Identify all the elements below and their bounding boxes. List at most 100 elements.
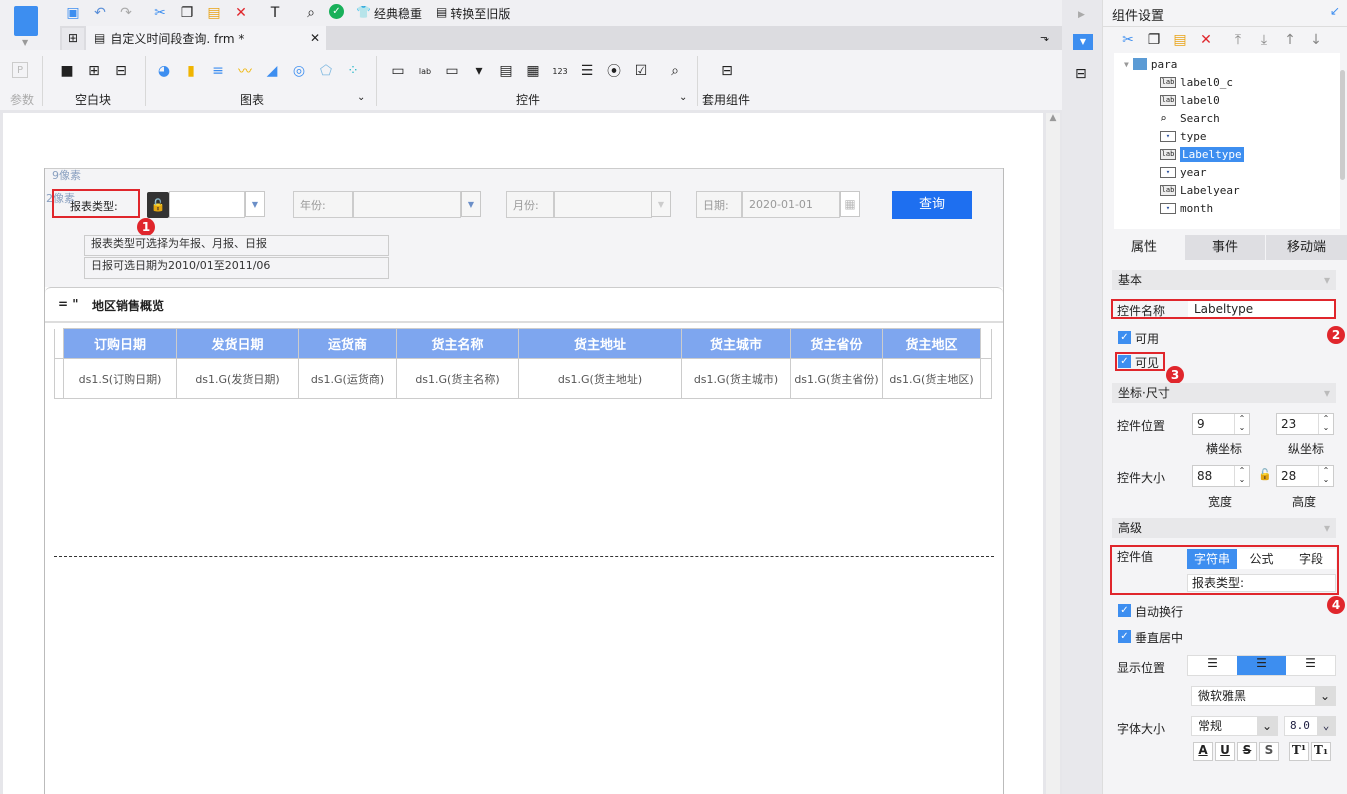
font-size-select[interactable]: 8.0 ⌄ [1284, 716, 1336, 736]
align-center-icon[interactable]: ☰ [1237, 656, 1286, 675]
superscript-icon[interactable]: T¹ [1289, 742, 1309, 761]
scatter-chart-icon[interactable]: ⁘ [344, 62, 362, 80]
font-select[interactable]: 微软雅黑 ⌄ [1191, 686, 1336, 706]
preview-icon[interactable]: ⌕ [302, 4, 320, 22]
button-widget-icon[interactable]: ▭ [443, 62, 461, 80]
aspect-lock-icon[interactable]: 🔓 [1258, 468, 1272, 481]
section-advanced[interactable]: 高级 [1112, 518, 1336, 538]
copy-icon[interactable]: ❐ [1145, 31, 1163, 49]
tree-item[interactable]: ▾ month [1160, 200, 1213, 216]
delete-icon[interactable]: ✕ [232, 4, 250, 22]
header-cell[interactable]: 订购日期 [63, 328, 177, 359]
line-chart-icon[interactable]: 〰 [236, 62, 254, 80]
tree-item[interactable]: ▾ type [1160, 128, 1207, 144]
cut-icon[interactable]: ✂ [151, 4, 169, 22]
app-logo-icon[interactable] [14, 6, 38, 36]
data-cell[interactable]: ds1.G(发货日期) [176, 358, 299, 399]
font-style-select[interactable]: 常规 ⌄ [1191, 716, 1278, 736]
font-color-icon[interactable]: A [1193, 742, 1213, 761]
textarea-widget-icon[interactable]: ☰ [578, 62, 596, 80]
expand-icon[interactable]: ▼ [1124, 60, 1129, 69]
logo-dropdown-icon[interactable]: ▼ [22, 38, 28, 47]
checkbox-widget-icon[interactable]: ☑ [632, 62, 650, 80]
pie-chart-icon[interactable]: ◕ [155, 62, 173, 80]
move-bottom-icon[interactable]: ⤓ [1255, 31, 1273, 49]
report-title[interactable]: 地区销售概览 [92, 297, 164, 314]
height-stepper[interactable]: 28 [1276, 465, 1334, 487]
width-stepper[interactable]: 88 [1192, 465, 1250, 487]
tree-item-selected[interactable]: lab Labeltype [1160, 146, 1244, 162]
strikethrough-icon[interactable]: S [1237, 742, 1257, 761]
data-cell[interactable]: ds1.G(货主地区) [882, 358, 981, 399]
data-cell[interactable]: ds1.G(货主省份) [790, 358, 883, 399]
copy-icon[interactable]: ❐ [178, 4, 196, 22]
underline-icon[interactable]: U [1215, 742, 1235, 761]
autowrap-checkbox[interactable]: ✓ [1118, 604, 1131, 617]
label-widget-icon[interactable]: lab [416, 62, 434, 80]
new-tab-icon[interactable]: ⊞ [62, 28, 84, 50]
combo-widget-icon[interactable]: ▾ [470, 62, 488, 80]
subscript-icon[interactable]: T₁ [1311, 742, 1331, 761]
enabled-checkbox[interactable]: ✓ [1118, 331, 1131, 344]
bar-chart-icon[interactable]: ▮ [182, 62, 200, 80]
layout-icon[interactable]: ⊟ [1075, 66, 1087, 82]
tree-item[interactable]: lab label0_c [1160, 74, 1233, 90]
paste-icon[interactable]: ▤ [205, 4, 223, 22]
align-right-icon[interactable]: ☰ [1286, 656, 1335, 675]
data-cell[interactable]: ds1.S(订购日期) [63, 358, 177, 399]
move-down-icon[interactable]: ↓ [1307, 31, 1325, 49]
date-widget-icon[interactable]: ▦ [524, 62, 542, 80]
pin-icon[interactable]: ⬎ [1040, 31, 1049, 44]
close-tab-icon[interactable]: ✕ [310, 31, 320, 45]
header-cell[interactable]: 货主名称 [396, 328, 519, 359]
tree-item[interactable]: lab Labelyear [1160, 182, 1240, 198]
tab-properties[interactable]: 属性 [1104, 235, 1184, 260]
tab-events[interactable]: 事件 [1185, 235, 1265, 260]
data-cell[interactable]: ds1.G(运货商) [298, 358, 397, 399]
number-widget-icon[interactable]: 123 [551, 62, 569, 80]
blank-block-icon[interactable]: ■ [58, 62, 76, 80]
widgets-expand-icon[interactable]: ⌄ [679, 92, 687, 103]
date-field[interactable]: 2020-01-01 [742, 191, 840, 218]
chart-expand-icon[interactable]: ⌄ [357, 92, 365, 103]
horizontal-bar-icon[interactable]: ≡ [209, 62, 227, 80]
month-combo[interactable] [554, 191, 652, 218]
template-widget-icon[interactable]: ⊟ [718, 62, 736, 80]
header-cell[interactable]: 货主省份 [790, 328, 883, 359]
radio-widget-icon[interactable]: ⦿ [605, 62, 623, 80]
align-left-icon[interactable]: ☰ [1188, 656, 1237, 675]
section-basic[interactable]: 基本 [1112, 270, 1336, 290]
type-dropdown-icon[interactable]: ▼ [245, 191, 265, 217]
save-icon[interactable]: ▣ [64, 4, 82, 22]
convert-old-button[interactable]: ▤ 转换至旧版 [436, 5, 510, 22]
dock-arrow-icon[interactable]: ↙ [1330, 4, 1340, 18]
paste-icon[interactable]: ▤ [1171, 31, 1189, 49]
header-cell[interactable]: 货主城市 [681, 328, 791, 359]
vertical-scrollbar[interactable]: ▲ [1046, 113, 1060, 794]
split-block-icon[interactable]: ⊞ [85, 62, 103, 80]
tree-scrollbar[interactable] [1340, 70, 1345, 180]
tree-item-para[interactable]: ▼ para [1124, 56, 1177, 72]
vcenter-checkbox[interactable]: ✓ [1118, 630, 1131, 643]
radar-chart-icon[interactable]: ⬠ [317, 62, 335, 80]
text-search-icon[interactable]: T [266, 4, 284, 22]
data-cell[interactable]: ds1.G(货主城市) [681, 358, 791, 399]
data-cell[interactable]: ds1.G(货主地址) [518, 358, 682, 399]
textbox-widget-icon[interactable]: ▭ [389, 62, 407, 80]
move-top-icon[interactable]: ⤒ [1229, 31, 1247, 49]
lock-icon[interactable]: 🔓 [147, 192, 169, 218]
redo-icon[interactable]: ↷ [117, 4, 135, 22]
collapse-arrow-icon[interactable]: ▶ [1078, 10, 1085, 20]
move-up-icon[interactable]: ↑ [1281, 31, 1299, 49]
tab-file[interactable]: ▤ 自定义时间段查询. frm * ✕ [86, 26, 326, 50]
delete-icon[interactable]: ✕ [1197, 31, 1215, 49]
type-combo[interactable] [169, 191, 245, 218]
widget-settings-icon[interactable]: ▼ [1073, 34, 1093, 50]
header-cell[interactable]: 货主地址 [518, 328, 682, 359]
tree-item[interactable]: ▾ year [1160, 164, 1207, 180]
cut-icon[interactable]: ✂ [1119, 31, 1137, 49]
shadow-icon[interactable]: S [1259, 742, 1279, 761]
classic-theme-button[interactable]: 👕 经典稳重 [356, 5, 422, 22]
parameter-icon[interactable]: P [12, 62, 28, 78]
data-cell[interactable]: ds1.G(货主名称) [396, 358, 519, 399]
